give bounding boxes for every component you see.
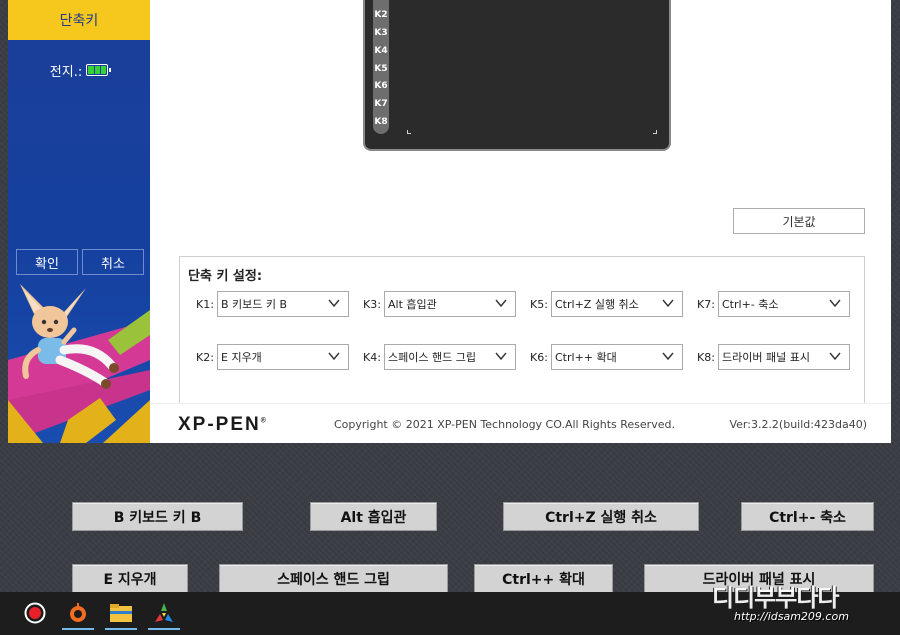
sidebar-item-label: 단축키 [59,13,99,29]
overlay-key-k7[interactable]: Ctrl+- 축소 [741,502,874,531]
dropdown-value: Alt 흡입관 [388,298,437,311]
copyright-text: Copyright © 2021 XP-PEN Technology CO.Al… [334,418,675,431]
dropdown-k3[interactable]: Alt 흡입관 [384,291,516,317]
overlay-key-k1[interactable]: B 키보드 키 B [72,502,243,531]
sidebar-item-shortcuts[interactable]: 단축키 [8,0,150,40]
mascot-illustration [8,284,150,443]
battery-label: 전지.: [49,64,83,80]
slot-label-k6: K6: [530,351,548,364]
tablet-key-label: K8 [374,117,388,127]
cancel-button[interactable]: 취소 [82,249,144,275]
default-button[interactable]: 기본값 [733,208,865,234]
watermark-logo-text: 디디부부다다 [712,584,839,612]
shortcut-settings-panel: 단축 키 설정: K1: B 키보드 키 B K3: Alt 흡입관 K5: C… [179,256,865,416]
tablet-preview: K2 K3 K4 K5 K6 K7 K8 [363,0,671,151]
battery-icon [86,64,112,76]
overlay-key-k4[interactable]: 스페이스 핸드 그립 [219,564,448,593]
record-icon[interactable] [18,596,52,630]
color-app-icon[interactable] [147,596,181,630]
tablet-key-label: K2 [374,10,388,20]
slot-label-k1: K1: [196,298,214,311]
overlay-key-k6[interactable]: Ctrl++ 확대 [474,564,613,593]
express-key-strip: K2 K3 K4 K5 K6 K7 K8 [373,0,389,134]
tablet-key-label: K4 [374,46,388,56]
origin-icon[interactable] [61,596,95,630]
chevron-down-icon [829,299,841,308]
dropdown-value: 스페이스 핸드 그립 [388,351,476,364]
confirm-button[interactable]: 확인 [16,249,78,275]
app-window: 단축키 전지.: 확인 취소 K2 K3 K4 K5 K6 K7 K8 기본값 … [8,0,891,443]
active-area-corner [407,130,411,134]
slot-label-k4: K4: [363,351,381,364]
chevron-down-icon [662,352,674,361]
slot-label-k7: K7: [697,298,715,311]
dropdown-value: 드라이버 패널 표시 [722,351,810,364]
slot-label-k5: K5: [530,298,548,311]
dropdown-k4[interactable]: 스페이스 핸드 그립 [384,344,516,370]
site-watermark: 디디부부다다 http://idsam209.com [708,578,893,630]
chevron-down-icon [662,299,674,308]
overlay-key-k3[interactable]: Alt 흡입관 [310,502,437,531]
dropdown-value: B 키보드 키 B [221,298,288,311]
chevron-down-icon [328,299,340,308]
slot-label-k2: K2: [196,351,214,364]
tablet-key-label: K7 [374,99,388,109]
dropdown-k5[interactable]: Ctrl+Z 실행 취소 [551,291,683,317]
panel-title: 단축 키 설정: [188,269,263,284]
watermark-url: http://idsam209.com [734,610,849,623]
chevron-down-icon [328,352,340,361]
dropdown-k7[interactable]: Ctrl+- 축소 [718,291,850,317]
dropdown-value: E 지우개 [221,351,262,364]
slot-label-k3: K3: [363,298,381,311]
sidebar: 단축키 전지.: 확인 취소 [8,0,150,443]
battery-status: 전지.: [8,60,150,80]
app-footer: XP-PEN® Copyright © 2021 XP-PEN Technolo… [150,403,891,443]
file-explorer-icon[interactable] [104,596,138,630]
slot-label-k8: K8: [697,351,715,364]
active-area-corner [653,130,657,134]
dropdown-value: Ctrl+Z 실행 취소 [555,298,639,311]
tablet-key-label: K6 [374,81,388,91]
tablet-key-label: K5 [374,64,388,74]
dropdown-k1[interactable]: B 키보드 키 B [217,291,349,317]
xp-pen-logo: XP-PEN® [178,414,268,435]
dropdown-k6[interactable]: Ctrl++ 확대 [551,344,683,370]
overlay-key-k2[interactable]: E 지우개 [72,564,188,593]
overlay-key-k5[interactable]: Ctrl+Z 실행 취소 [503,502,699,531]
chevron-down-icon [495,352,507,361]
dropdown-value: Ctrl+- 축소 [722,298,779,311]
dropdown-value: Ctrl++ 확대 [555,351,617,364]
tablet-key-label: K3 [374,28,388,38]
version-text: Ver:3.2.2(build:423da40) [729,418,867,431]
chevron-down-icon [495,299,507,308]
dropdown-k2[interactable]: E 지우개 [217,344,349,370]
dropdown-k8[interactable]: 드라이버 패널 표시 [718,344,850,370]
chevron-down-icon [829,352,841,361]
